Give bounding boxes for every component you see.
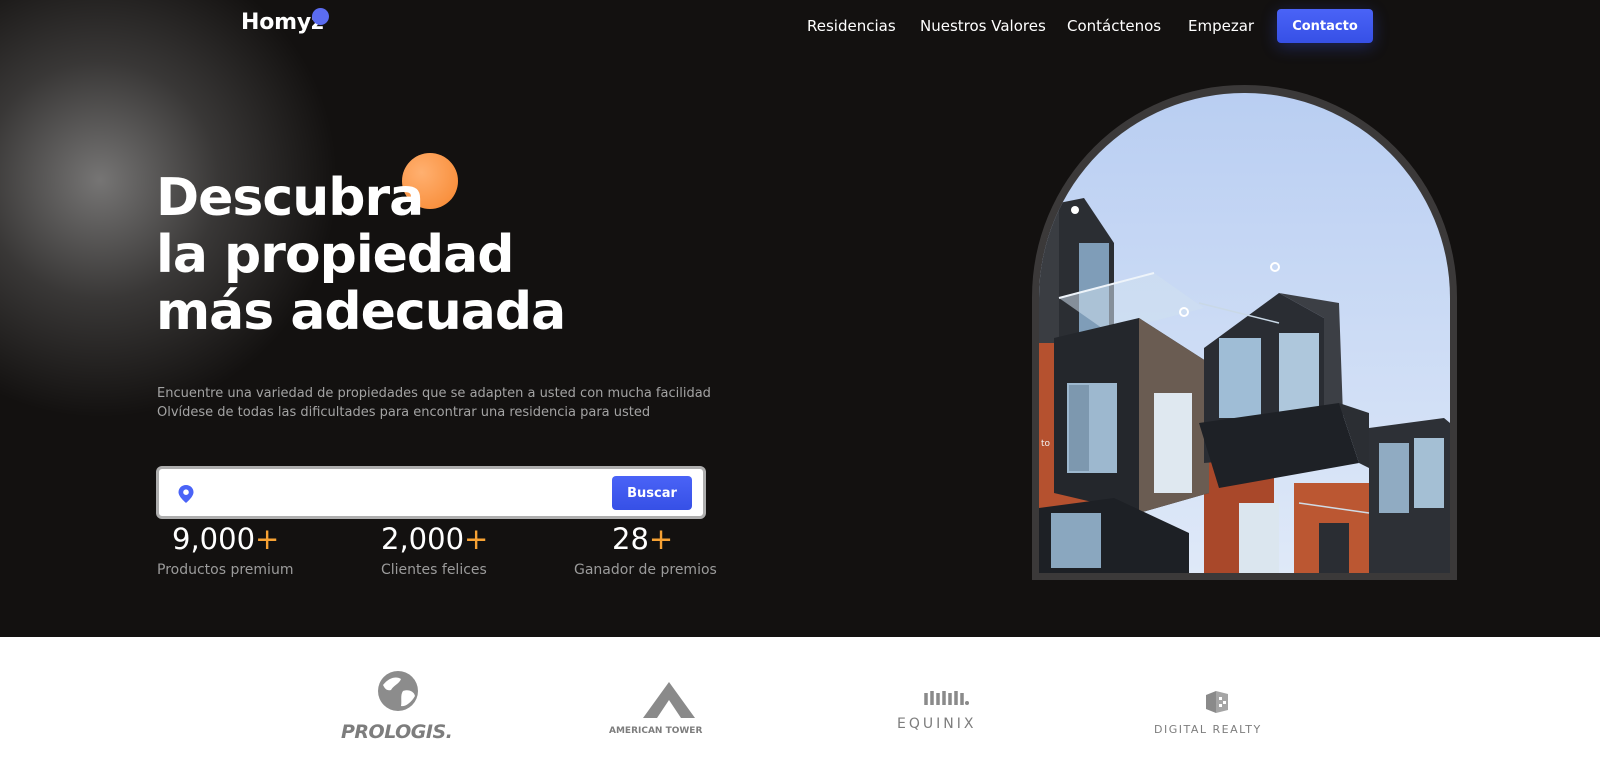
nav-link-nuestros-valores[interactable]: Nuestros Valores (920, 17, 1046, 35)
hero-subtitle-line-1: Encuentre una variedad de propiedades qu… (157, 386, 711, 401)
prologis-globe-icon (375, 669, 421, 717)
stat-number: 2,000+ (381, 522, 489, 556)
american-tower-icon (643, 682, 695, 722)
brand-logos-strip: PROLOGIS. AMERICAN TOWER EQUINIX DIGITAL… (0, 637, 1600, 783)
location-pin-icon (177, 484, 195, 504)
stat-clientes: 2,000+ Clientes felices (381, 522, 488, 578)
nav-link-contactenos[interactable]: Contáctenos (1067, 17, 1161, 35)
brand-equinix: EQUINIX (897, 716, 977, 732)
brand-prologis: PROLOGIS. (341, 721, 453, 743)
hero-title: Descubra la propiedad más adecuada (156, 168, 566, 342)
stat-productos-label-wrap: 0 Productos premium (157, 522, 293, 578)
image-stray-text: to (1041, 439, 1051, 449)
nav-link-residencias[interactable]: Residencias (807, 17, 896, 35)
building-image: to (1039, 93, 1450, 573)
digital-realty-icon (1202, 689, 1230, 719)
building-illustration (1039, 198, 1450, 573)
hero-section: Homyz Residencias Nuestros Valores Contá… (0, 0, 1600, 637)
hero-subtitle-line-2: Olvídese de todas las dificultades para … (157, 405, 651, 420)
search-input[interactable] (205, 477, 585, 509)
brand-american-tower: AMERICAN TOWER (609, 726, 703, 736)
hero-title-line-2: la propiedad (156, 225, 514, 285)
search-button[interactable]: Buscar (612, 476, 692, 510)
stat-label: Ganador de premios (574, 562, 717, 578)
contact-button[interactable]: Contacto (1277, 9, 1373, 43)
nav-link-empezar[interactable]: Empezar (1188, 17, 1254, 35)
search-bar: Buscar (156, 466, 706, 519)
hero-title-line-1: Descubra (156, 168, 424, 228)
stat-label: Clientes felices (381, 562, 487, 578)
stat-premios-label-wrap: 0 Ganador de premios (574, 522, 717, 578)
stat-label: Productos premium (157, 562, 294, 578)
hero-subtitle: Encuentre una variedad de propiedades qu… (157, 384, 711, 422)
brand-digital-realty: DIGITAL REALTY (1154, 723, 1262, 736)
equinix-icon (924, 687, 970, 713)
hero-title-line-3: más adecuada (156, 282, 566, 342)
